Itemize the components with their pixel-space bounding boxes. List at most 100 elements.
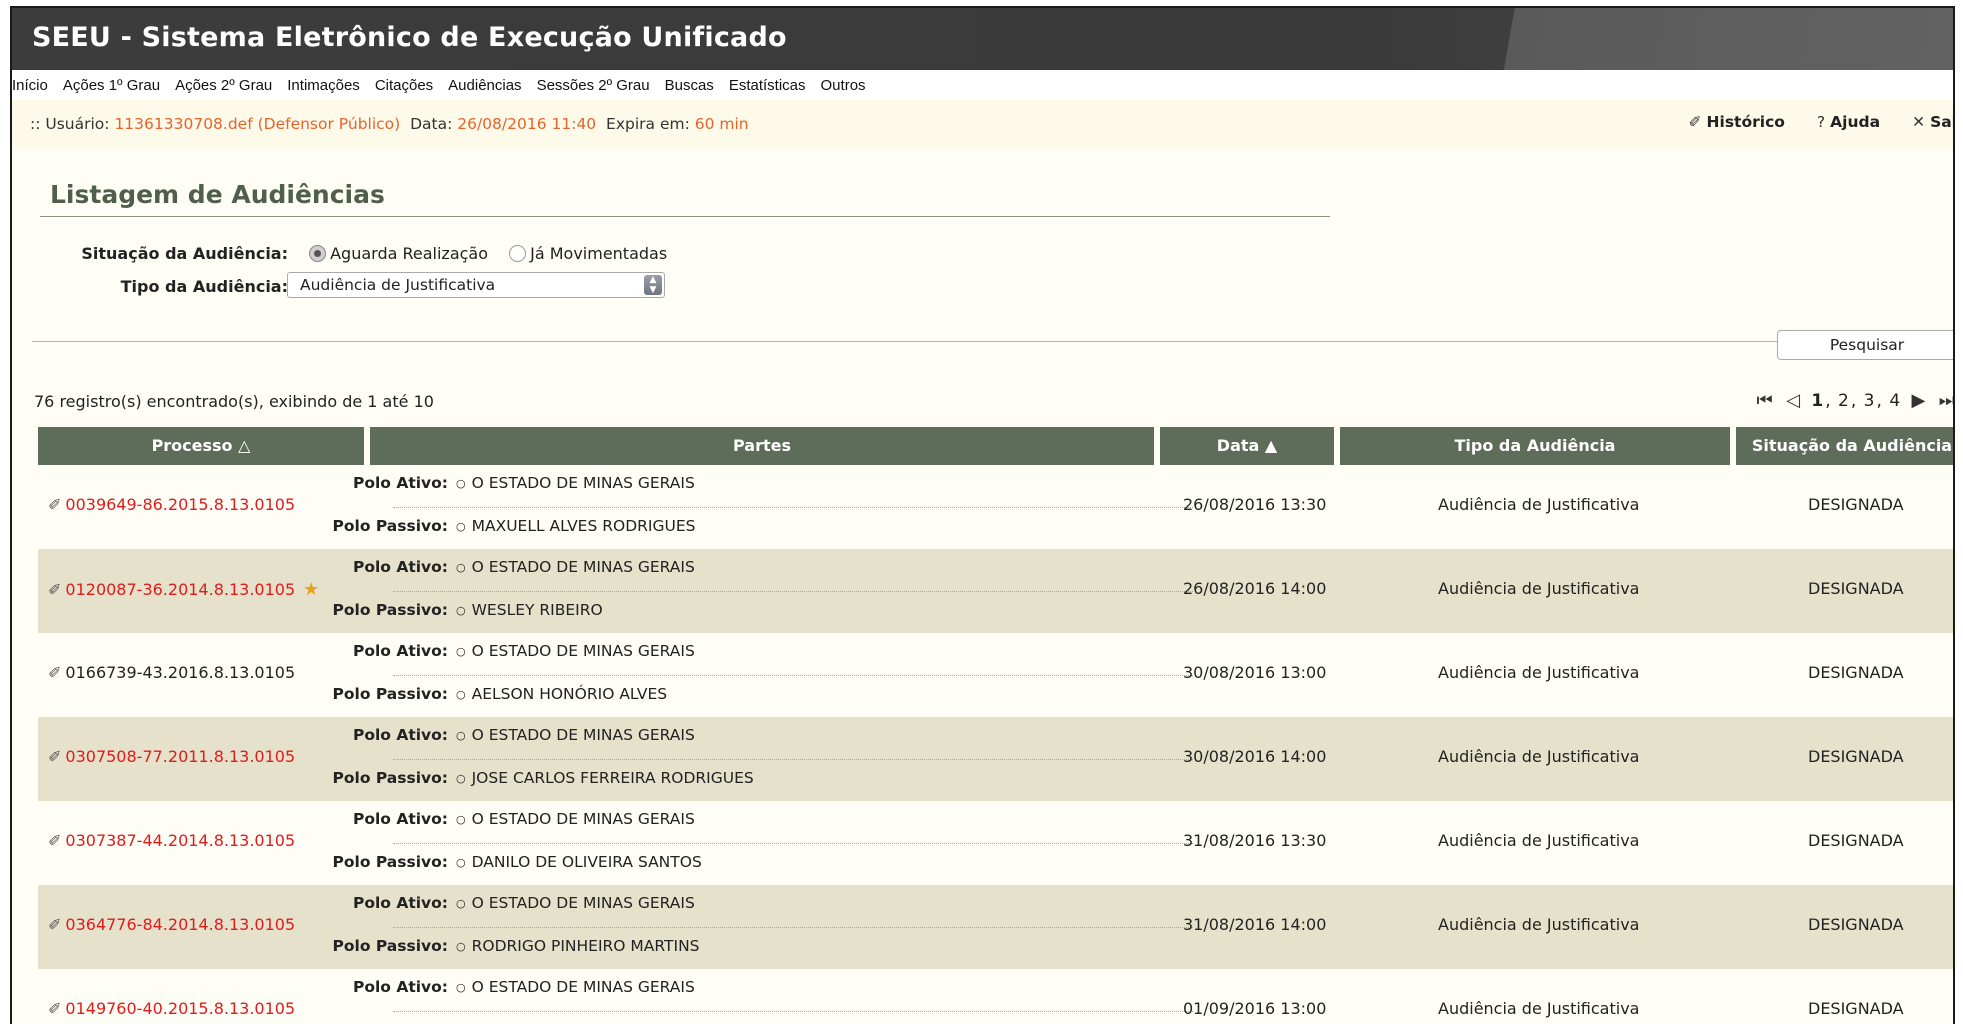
processo-cell: ✐ 0149760-40.2015.8.13.0105: [48, 999, 295, 1018]
tipo-cell: Audiência de Justificativa: [1438, 495, 1640, 514]
processo-link[interactable]: 0307508-77.2011.8.13.0105: [65, 747, 295, 766]
table-row: ✐ 0307387-44.2014.8.13.0105 Polo Ativo: ○…: [38, 801, 1953, 885]
pencil-icon[interactable]: ✐: [48, 495, 61, 514]
header-situacao[interactable]: Situação da Audiência: [1736, 427, 1953, 465]
pencil-icon[interactable]: ✐: [48, 999, 61, 1018]
situacao-filter: Situação da Audiência: Aguarda Realizaçã…: [30, 244, 667, 263]
radio-ja-movimentadas[interactable]: [509, 245, 527, 262]
polo-passivo-value: ○ MAXUELL ALVES RODRIGUES: [456, 517, 695, 535]
situacao-cell: DESIGNADA: [1808, 747, 1904, 766]
header-tipo[interactable]: Tipo da Audiência: [1340, 427, 1730, 465]
table-row: ✐ 0166739-43.2016.8.13.0105 Polo Ativo: ○…: [38, 633, 1953, 717]
polo-passivo-value: ○ JOSE CARLOS FERREIRA RODRIGUES: [456, 769, 754, 787]
processo-cell: ✐ 0307387-44.2014.8.13.0105: [48, 831, 295, 850]
polo-passivo-label: Polo Passivo:: [332, 517, 449, 535]
tipo-cell: Audiência de Justificativa: [1438, 747, 1640, 766]
polo-passivo-text: MAXUELL ALVES RODRIGUES: [471, 517, 696, 535]
situacao-cell: DESIGNADA: [1808, 915, 1904, 934]
app-frame: SEEU - Sistema Eletrônico de Execução Un…: [10, 6, 1955, 1024]
polo-ativo-label: Polo Ativo:: [352, 894, 448, 912]
polo-ativo-value: ○ O ESTADO DE MINAS GERAIS: [456, 474, 695, 492]
polo-passivo-value: ○ RODRIGO PINHEIRO MARTINS: [456, 937, 700, 955]
party-divider: [393, 759, 1193, 760]
pencil-icon[interactable]: ✐: [48, 663, 61, 682]
menu-item-buscas[interactable]: Buscas: [665, 77, 714, 94]
bullet-icon: ○: [456, 520, 466, 533]
menu-item-citacoes[interactable]: Citações: [375, 77, 433, 94]
date-label: Data:: [410, 115, 453, 133]
menu-item-inicio[interactable]: Início: [12, 77, 48, 94]
prev-page-icon[interactable]: ◁: [1786, 390, 1800, 411]
pencil-icon[interactable]: ✐: [48, 915, 61, 934]
bullet-icon: ○: [456, 729, 466, 742]
polo-ativo-value: ○ O ESTADO DE MINAS GERAIS: [456, 978, 695, 996]
ajuda-label: Ajuda: [1830, 113, 1881, 131]
pencil-icon[interactable]: ✐: [48, 747, 61, 766]
polo-ativo-value: ○ O ESTADO DE MINAS GERAIS: [456, 810, 695, 828]
data-cell: 31/08/2016 13:30: [1183, 831, 1327, 850]
polo-ativo-label: Polo Ativo:: [352, 474, 448, 492]
menu-item-intimacoes[interactable]: Intimações: [287, 77, 360, 94]
situacao-label: Situação da Audiência:: [81, 244, 288, 263]
next-page-icon[interactable]: ▶: [1912, 390, 1926, 411]
polo-passivo-label: Polo Passivo:: [332, 601, 449, 619]
polo-ativo-label: Polo Ativo:: [352, 726, 448, 744]
bullet-icon: ○: [456, 477, 466, 490]
radio-label-movimentadas: Já Movimentadas: [530, 244, 668, 263]
sair-link[interactable]: ✕ Sai: [1912, 113, 1955, 131]
processo-link[interactable]: 0166739-43.2016.8.13.0105: [65, 663, 295, 682]
tipo-cell: Audiência de Justificativa: [1438, 579, 1640, 598]
party-divider: [393, 675, 1193, 676]
header-data[interactable]: Data ▲: [1160, 427, 1334, 465]
processo-link[interactable]: 0149760-40.2015.8.13.0105: [65, 999, 295, 1018]
first-page-icon[interactable]: ⏮: [1757, 390, 1773, 411]
tipo-cell: Audiência de Justificativa: [1438, 915, 1640, 934]
ajuda-link[interactable]: ? Ajuda: [1817, 113, 1880, 131]
situacao-cell: DESIGNADA: [1808, 579, 1904, 598]
historico-link[interactable]: ✐ Histórico: [1689, 113, 1785, 131]
menu-item-estatisticas[interactable]: Estatísticas: [729, 77, 806, 94]
party-divider: [393, 591, 1193, 592]
sort-triangle-icon: △: [238, 436, 251, 455]
polo-ativo-label: Polo Ativo:: [352, 558, 448, 576]
pesquisar-button[interactable]: Pesquisar: [1777, 330, 1953, 360]
header-partes[interactable]: Partes: [370, 427, 1154, 465]
header-processo[interactable]: Processo △: [38, 427, 364, 465]
pencil-icon[interactable]: ✐: [48, 831, 61, 850]
pagination: ⏮ ◁ 1, 2, 3, 4 ▶ ⏭: [1756, 390, 1955, 411]
page-link-2[interactable]: 2: [1838, 391, 1849, 411]
tipo-audiencia-select[interactable]: Audiência de Justificativa ▲ ▼: [287, 272, 665, 298]
polo-passivo-text: RODRIGO PINHEIRO MARTINS: [471, 937, 700, 955]
sair-label: Sai: [1930, 113, 1955, 131]
page-link-4[interactable]: 4: [1889, 391, 1900, 411]
polo-passivo-value: ○ DANILO DE OLIVEIRA SANTOS: [456, 853, 702, 871]
polo-ativo-value: ○ O ESTADO DE MINAS GERAIS: [456, 894, 695, 912]
polo-passivo-text: DANILO DE OLIVEIRA SANTOS: [471, 853, 702, 871]
party-divider: [393, 843, 1193, 844]
processo-link[interactable]: 0039649-86.2015.8.13.0105: [65, 495, 295, 514]
processo-link[interactable]: 0307387-44.2014.8.13.0105: [65, 831, 295, 850]
polo-ativo-text: O ESTADO DE MINAS GERAIS: [471, 894, 695, 912]
expires-label: Expira em:: [606, 115, 690, 133]
radio-aguarda-realizacao[interactable]: [309, 245, 327, 262]
header-data-label: Data: [1216, 436, 1260, 455]
menu-item-acoes-1-grau[interactable]: Ações 1º Grau: [63, 77, 160, 94]
polo-ativo-text: O ESTADO DE MINAS GERAIS: [471, 978, 695, 996]
polo-ativo-text: O ESTADO DE MINAS GERAIS: [471, 642, 695, 660]
processo-link[interactable]: 0364776-84.2014.8.13.0105: [65, 915, 295, 934]
polo-ativo-value: ○ O ESTADO DE MINAS GERAIS: [456, 726, 695, 744]
situacao-cell: DESIGNADA: [1808, 663, 1904, 682]
last-page-icon[interactable]: ⏭: [1939, 390, 1953, 411]
polo-passivo-label: Polo Passivo:: [332, 853, 449, 871]
pencil-icon[interactable]: ✐: [48, 580, 61, 599]
menu-item-outros[interactable]: Outros: [821, 77, 866, 94]
menu-item-sessoes-2-grau[interactable]: Sessões 2º Grau: [537, 77, 650, 94]
menu-item-acoes-2-grau[interactable]: Ações 2º Grau: [175, 77, 272, 94]
page-link-3[interactable]: 3: [1864, 391, 1875, 411]
table-row: ✐ 0364776-84.2014.8.13.0105 Polo Ativo: ○…: [38, 885, 1953, 969]
processo-link[interactable]: 0120087-36.2014.8.13.0105: [65, 580, 295, 599]
audiencias-table: Processo △ Partes Data ▲ Tipo da Audiênc…: [38, 427, 1953, 1018]
historico-label: Histórico: [1706, 113, 1785, 131]
menu-item-audiencias[interactable]: Audiências: [448, 77, 521, 94]
app-title: SEEU - Sistema Eletrônico de Execução Un…: [32, 22, 787, 53]
